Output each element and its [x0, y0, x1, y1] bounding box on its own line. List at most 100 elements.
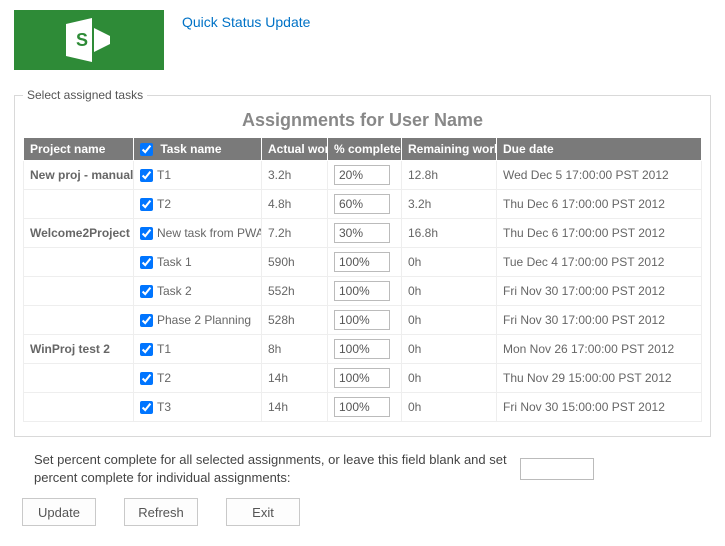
percent-complete-input[interactable]	[334, 252, 390, 272]
col-header-task-label: Task name	[160, 142, 221, 156]
sharepoint-icon: S	[64, 18, 114, 62]
task-name-label: New task from PWA	[157, 226, 262, 240]
task-name-cell: T2	[134, 190, 262, 219]
due-date-cell: Fri Nov 30 15:00:00 PST 2012	[497, 393, 702, 422]
svg-text:S: S	[76, 30, 88, 50]
task-name-label: Phase 2 Planning	[157, 313, 251, 327]
project-name-cell	[24, 306, 134, 335]
due-date-cell: Thu Dec 6 17:00:00 PST 2012	[497, 190, 702, 219]
remaining-work-cell: 16.8h	[402, 219, 497, 248]
remaining-work-cell: 0h	[402, 364, 497, 393]
percent-complete-input[interactable]	[334, 165, 390, 185]
project-name-cell	[24, 364, 134, 393]
remaining-work-cell: 0h	[402, 306, 497, 335]
percent-complete-cell	[328, 335, 402, 364]
due-date-cell: Tue Dec 4 17:00:00 PST 2012	[497, 248, 702, 277]
col-header-percent: % complete	[328, 138, 402, 161]
project-name-cell: New proj - manual	[24, 161, 134, 190]
actual-work-cell: 528h	[262, 306, 328, 335]
col-header-due: Due date	[497, 138, 702, 161]
due-date-cell: Mon Nov 26 17:00:00 PST 2012	[497, 335, 702, 364]
percent-complete-cell	[328, 161, 402, 190]
task-name-cell: New task from PWA	[134, 219, 262, 248]
percent-complete-cell	[328, 190, 402, 219]
percent-complete-cell	[328, 248, 402, 277]
table-row: New proj - manualT13.2h12.8hWed Dec 5 17…	[24, 161, 702, 190]
actual-work-cell: 552h	[262, 277, 328, 306]
task-name-label: T1	[157, 168, 171, 182]
task-name-cell: Task 1	[134, 248, 262, 277]
task-name-label: T3	[157, 400, 171, 414]
task-checkbox[interactable]	[140, 285, 153, 298]
percent-complete-cell	[328, 306, 402, 335]
bulk-percent-input[interactable]	[520, 458, 594, 480]
task-checkbox[interactable]	[140, 227, 153, 240]
exit-button[interactable]: Exit	[226, 498, 300, 526]
quick-status-update-link[interactable]: Quick Status Update	[182, 14, 310, 30]
assignments-table: Project name Task name Actual work % com…	[23, 137, 702, 422]
remaining-work-cell: 0h	[402, 277, 497, 306]
task-name-label: Task 2	[157, 284, 192, 298]
sharepoint-logo-tile: S	[14, 10, 164, 70]
remaining-work-cell: 0h	[402, 248, 497, 277]
table-row: Phase 2 Planning528h0hFri Nov 30 17:00:0…	[24, 306, 702, 335]
project-name-cell: Welcome2Project	[24, 219, 134, 248]
due-date-cell: Thu Nov 29 15:00:00 PST 2012	[497, 364, 702, 393]
task-name-cell: Phase 2 Planning	[134, 306, 262, 335]
col-header-task: Task name	[134, 138, 262, 161]
table-row: Task 2 552h 0hFri Nov 30 17:00:00 PST 2012	[24, 277, 702, 306]
bulk-percent-label: Set percent complete for all selected as…	[34, 451, 510, 486]
task-name-label: Task 1	[157, 255, 192, 269]
actual-work-cell: 14h	[262, 364, 328, 393]
remaining-work-cell: 3.2h	[402, 190, 497, 219]
table-row: Welcome2Project New task from PWA7.2h 16.8…	[24, 219, 702, 248]
table-row: Task 1 590h 0hTue Dec 4 17:00:00 PST 2012	[24, 248, 702, 277]
due-date-cell: Wed Dec 5 17:00:00 PST 2012	[497, 161, 702, 190]
fieldset-legend: Select assigned tasks	[23, 88, 147, 102]
actual-work-cell: 4.8h	[262, 190, 328, 219]
actual-work-cell: 7.2h	[262, 219, 328, 248]
task-name-label: T1	[157, 342, 171, 356]
percent-complete-input[interactable]	[334, 223, 390, 243]
select-all-checkbox[interactable]	[140, 143, 153, 156]
assignments-title: Assignments for User Name	[23, 110, 702, 131]
task-name-cell: T2	[134, 364, 262, 393]
update-button[interactable]: Update	[22, 498, 96, 526]
percent-complete-cell	[328, 393, 402, 422]
task-checkbox[interactable]	[140, 372, 153, 385]
actual-work-cell: 590h	[262, 248, 328, 277]
task-name-cell: T1	[134, 335, 262, 364]
actual-work-cell: 8h	[262, 335, 328, 364]
percent-complete-input[interactable]	[334, 397, 390, 417]
task-checkbox[interactable]	[140, 343, 153, 356]
col-header-actual: Actual work	[262, 138, 328, 161]
task-name-label: T2	[157, 197, 171, 211]
task-checkbox[interactable]	[140, 314, 153, 327]
col-header-remaining: Remaining work	[402, 138, 497, 161]
project-name-cell	[24, 277, 134, 306]
due-date-cell: Fri Nov 30 17:00:00 PST 2012	[497, 277, 702, 306]
percent-complete-input[interactable]	[334, 194, 390, 214]
percent-complete-cell	[328, 277, 402, 306]
task-checkbox[interactable]	[140, 256, 153, 269]
task-checkbox[interactable]	[140, 401, 153, 414]
project-name-cell	[24, 393, 134, 422]
project-name-cell	[24, 248, 134, 277]
remaining-work-cell: 12.8h	[402, 161, 497, 190]
task-checkbox[interactable]	[140, 169, 153, 182]
col-header-project: Project name	[24, 138, 134, 161]
remaining-work-cell: 0h	[402, 393, 497, 422]
project-name-cell: WinProj test 2	[24, 335, 134, 364]
refresh-button[interactable]: Refresh	[124, 498, 198, 526]
task-checkbox[interactable]	[140, 198, 153, 211]
task-name-label: T2	[157, 371, 171, 385]
actual-work-cell: 14h	[262, 393, 328, 422]
percent-complete-input[interactable]	[334, 310, 390, 330]
percent-complete-input[interactable]	[334, 339, 390, 359]
table-row: T2 4.8h 3.2hThu Dec 6 17:00:00 PST 2012	[24, 190, 702, 219]
percent-complete-input[interactable]	[334, 368, 390, 388]
task-name-cell: T3	[134, 393, 262, 422]
table-row: T3 14h 0hFri Nov 30 15:00:00 PST 2012	[24, 393, 702, 422]
percent-complete-input[interactable]	[334, 281, 390, 301]
remaining-work-cell: 0h	[402, 335, 497, 364]
